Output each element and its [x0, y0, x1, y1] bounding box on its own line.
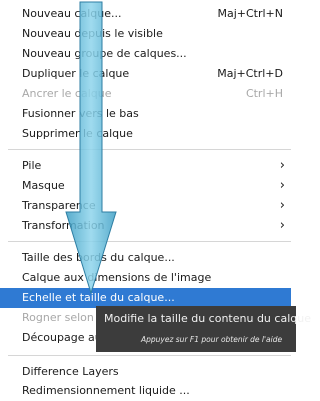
menu-item-shortcut: Maj+Ctrl+D [217, 67, 283, 80]
menu-item-label: Echelle et taille du calque... [22, 291, 175, 304]
menu-item-label: Supprimer le calque [22, 127, 133, 140]
menu-item-shortcut: Ctrl+H [245, 87, 283, 100]
menu-item-label: Difference Layers [22, 365, 119, 378]
menu-item-anchor-layer: Ancrer le calque Ctrl+H [0, 84, 291, 104]
chevron-right-icon: › [279, 178, 285, 193]
menu-separator [8, 149, 291, 150]
menu-separator [8, 355, 291, 356]
menu-item-duplicate-layer[interactable]: Dupliquer le calque Maj+Ctrl+D [0, 64, 291, 84]
tooltip-help: Appuyez sur F1 pour obtenir de l'aide [141, 335, 283, 344]
menu-item-label: Transparence [22, 199, 96, 212]
menu-separator [8, 241, 291, 242]
menu-item-label: Calque aux dimensions de l'image [22, 271, 212, 284]
menu-item-merge-down[interactable]: Fusionner vers le bas [0, 104, 291, 124]
menu-item-difference-layers[interactable]: Difference Layers [0, 362, 291, 382]
menu-item-new-from-visible[interactable]: Nouveau depuis le visible [0, 24, 291, 44]
chevron-right-icon: › [279, 218, 285, 233]
chevron-right-icon: › [279, 158, 285, 173]
menu-item-layer-boundary-size[interactable]: Taille des bords du calque... [0, 248, 291, 268]
menu-item-delete-layer[interactable]: Supprimer le calque [0, 124, 291, 144]
tooltip: Modifie la taille du contenu du calque A… [96, 306, 311, 352]
menu-item-transparency[interactable]: Transparence › [0, 196, 291, 216]
menu-item-scale-layer[interactable]: Echelle et taille du calque... [0, 288, 291, 308]
menu-item-new-layer-group[interactable]: Nouveau groupe de calques... [0, 44, 291, 64]
menu-item-new-layer[interactable]: Nouveau calque... Maj+Ctrl+N [0, 4, 291, 24]
menu-item-transform[interactable]: Transformation › [0, 216, 291, 236]
menu-item-label: Nouveau groupe de calques... [22, 47, 187, 60]
menu-item-label: Nouveau calque... [22, 7, 122, 20]
chevron-right-icon: › [279, 198, 285, 213]
menu-item-label: Dupliquer le calque [22, 67, 130, 80]
menu-item-label: Masque [22, 179, 65, 192]
menu-item-mask[interactable]: Masque › [0, 176, 291, 196]
menu-item-layer-to-image-size[interactable]: Calque aux dimensions de l'image [0, 268, 291, 288]
tooltip-title: Modifie la taille du contenu du calque [104, 312, 311, 325]
menu-item-label: Transformation [22, 219, 105, 232]
menu-item-stack[interactable]: Pile › [0, 156, 291, 176]
menu-item-label: Nouveau depuis le visible [22, 27, 163, 40]
menu-item-label: Redimensionnement liquide ... [22, 384, 190, 397]
menu-item-label: Fusionner vers le bas [22, 107, 139, 120]
menu-item-liquid-rescale[interactable]: Redimensionnement liquide ... [0, 381, 291, 401]
menu-item-label: Taille des bords du calque... [22, 251, 175, 264]
menu-item-label: Pile [22, 159, 42, 172]
menu-item-label: Ancrer le calque [22, 87, 112, 100]
menu-item-shortcut: Maj+Ctrl+N [217, 7, 283, 20]
